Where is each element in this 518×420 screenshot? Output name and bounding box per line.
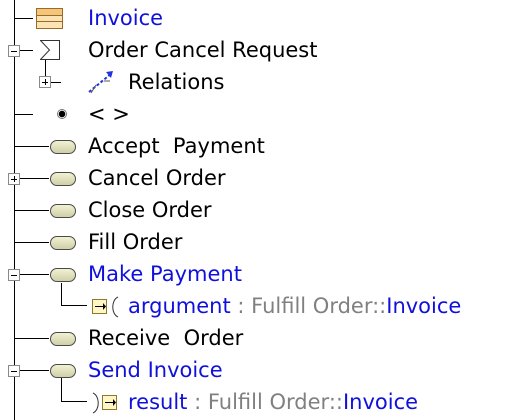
class-icon — [36, 8, 63, 29]
tree-connector — [15, 210, 49, 211]
collapse-toggle-icon[interactable] — [8, 365, 20, 377]
signal-icon — [40, 40, 60, 60]
containment-tree: Invoice Order Cancel Request Relations <… — [0, 0, 518, 420]
tree-connector — [20, 274, 49, 275]
operation-pill-icon — [50, 236, 76, 250]
operation-pill-icon — [50, 204, 76, 218]
tree-item-order-cancel-request[interactable]: Order Cancel Request — [0, 34, 518, 66]
operation-pill-icon — [50, 140, 76, 154]
tree-item-argument-parameter[interactable]: argument : Fulfill Order::Invoice — [0, 290, 518, 322]
parameter-type-prefix: Fulfill Order:: — [251, 294, 387, 318]
expand-toggle-icon[interactable] — [8, 173, 20, 185]
tree-connector — [20, 178, 49, 179]
parameter-type-prefix: Fulfill Order:: — [207, 390, 343, 414]
tree-item-label: Order Cancel Request — [88, 38, 318, 62]
tree-connector — [15, 338, 49, 339]
collapse-toggle-icon[interactable] — [8, 45, 20, 57]
tree-connector — [15, 114, 33, 115]
operation-pill-icon — [50, 172, 76, 186]
parameter-type-link[interactable]: Invoice — [386, 294, 461, 318]
tree-connector — [20, 50, 33, 51]
tree-connector — [51, 82, 61, 83]
tree-item-send-invoice[interactable]: Send Invoice — [0, 354, 518, 386]
parameter-text: argument : Fulfill Order::Invoice — [128, 290, 461, 322]
tree-item-label: Fill Order — [88, 230, 183, 254]
tree-connector — [61, 401, 87, 402]
tree-item-close-order[interactable]: Close Order — [0, 194, 518, 226]
tree-item-make-payment[interactable]: Make Payment — [0, 258, 518, 290]
tree-item-label: Invoice — [88, 6, 164, 30]
tree-item-invoice[interactable]: Invoice — [0, 2, 518, 34]
tree-item-label: Receive Order — [88, 326, 244, 350]
expand-toggle-icon[interactable] — [39, 76, 51, 88]
collapse-toggle-icon[interactable] — [8, 269, 20, 281]
tree-item-result-parameter[interactable]: result : Fulfill Order::Invoice — [0, 386, 518, 418]
tree-item-label: Cancel Order — [88, 166, 226, 190]
tree-item-label: Make Payment — [88, 262, 242, 286]
parameter-name: result — [128, 390, 188, 414]
tree-item-relations[interactable]: Relations — [0, 66, 518, 98]
parameter-separator: : — [187, 390, 208, 414]
parameter-separator: : — [230, 294, 252, 318]
tree-connector — [15, 18, 33, 19]
parameter-icon — [92, 296, 119, 318]
tree-item-label: Send Invoice — [88, 358, 223, 382]
tree-item-label: Accept Payment — [88, 134, 265, 158]
tree-connector — [61, 305, 87, 306]
operation-pill-icon — [50, 332, 76, 346]
tree-connector — [20, 370, 49, 371]
operation-pill-icon — [50, 268, 76, 282]
tree-item-receive-order[interactable]: Receive Order — [0, 322, 518, 354]
tree-item-unnamed[interactable]: < > — [0, 98, 518, 130]
tree-connector — [15, 146, 49, 147]
tree-item-label: Relations — [128, 70, 225, 94]
tree-connector — [15, 242, 49, 243]
tree-item-accept-payment[interactable]: Accept Payment — [0, 130, 518, 162]
parameter-text: result : Fulfill Order::Invoice — [128, 386, 418, 418]
relations-icon — [88, 71, 113, 94]
parameter-icon — [92, 392, 117, 414]
parameter-name: argument — [128, 294, 231, 318]
tree-item-label: Close Order — [88, 198, 212, 222]
radio-node-icon — [57, 109, 67, 119]
operation-pill-icon — [50, 364, 76, 378]
tree-item-cancel-order[interactable]: Cancel Order — [0, 162, 518, 194]
tree-item-label: < > — [88, 102, 130, 126]
tree-item-fill-order[interactable]: Fill Order — [0, 226, 518, 258]
parameter-type-link[interactable]: Invoice — [343, 390, 418, 414]
